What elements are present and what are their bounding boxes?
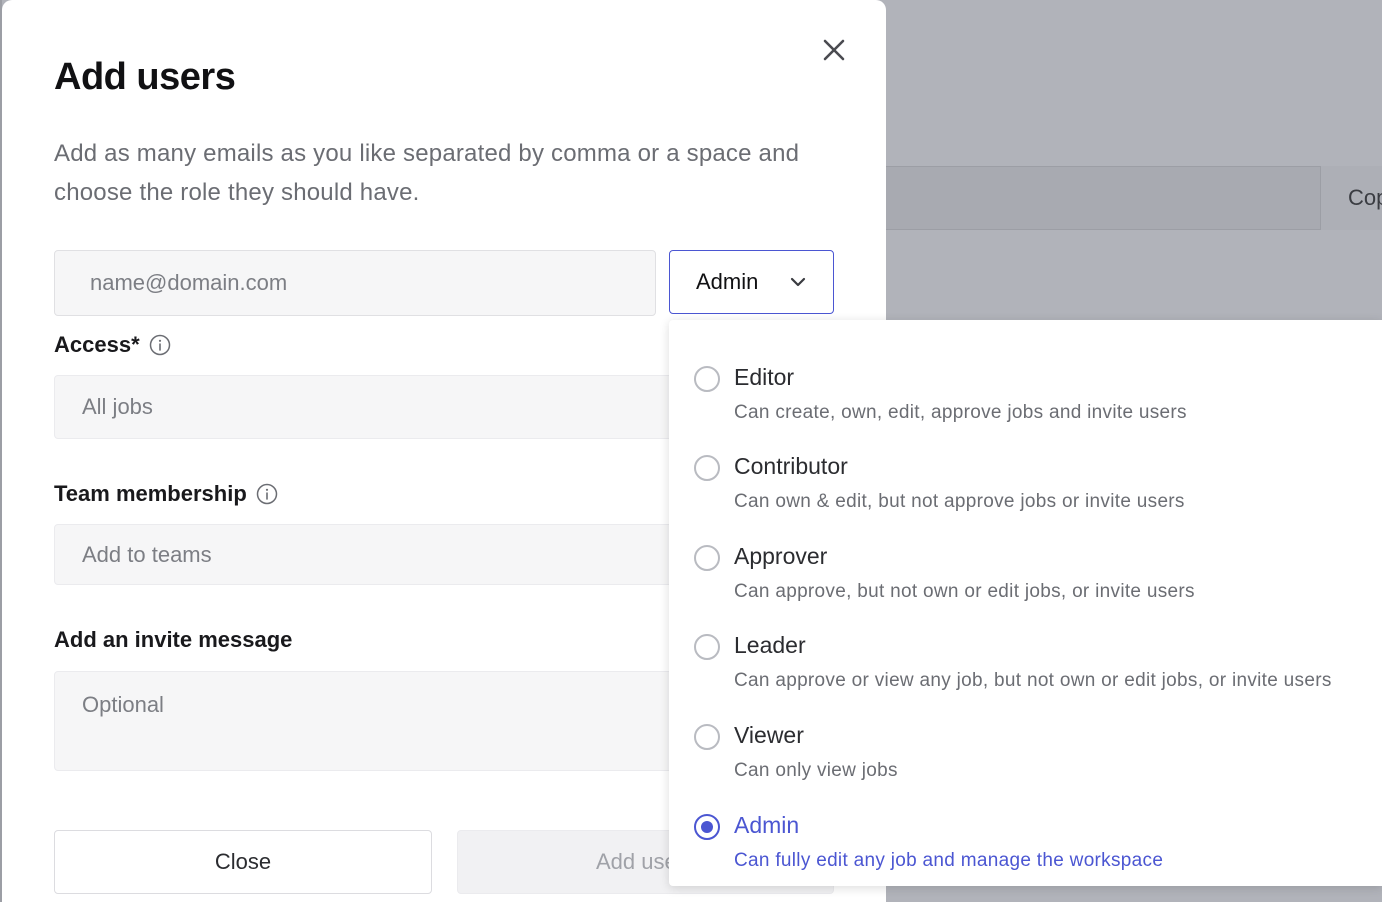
email-input[interactable] [54, 250, 656, 316]
radio-button-checked[interactable] [694, 814, 720, 840]
close-icon[interactable] [818, 34, 850, 66]
role-option-leader[interactable]: Leader Can approve or view any job, but … [669, 618, 1382, 698]
role-option-description: Can own & edit, but not approve jobs or … [734, 491, 1185, 512]
radio-button[interactable] [694, 455, 720, 481]
modal-title: Add users [54, 56, 236, 98]
role-option-title: Admin [734, 812, 800, 838]
role-option-description: Can only view jobs [734, 760, 898, 781]
access-label: Access* [54, 332, 140, 357]
radio-button[interactable] [694, 366, 720, 392]
role-select[interactable]: Admin [669, 250, 834, 314]
access-value: All jobs [82, 394, 153, 419]
invite-label-row: Add an invite message [54, 627, 292, 653]
role-option-admin[interactable]: Admin Can fully edit any job and manage … [669, 798, 1382, 878]
role-option-title: Approver [734, 543, 828, 569]
team-label-row: Team membership [54, 481, 278, 507]
role-select-value: Admin [696, 269, 759, 294]
role-option-editor[interactable]: Editor Can create, own, edit, approve jo… [669, 350, 1382, 430]
role-option-approver[interactable]: Approver Can approve, but not own or edi… [669, 529, 1382, 609]
role-option-description: Can approve or view any job, but not own… [734, 670, 1332, 691]
team-placeholder: Add to teams [82, 542, 212, 567]
role-option-description: Can approve, but not own or edit jobs, o… [734, 581, 1195, 602]
role-option-contributor[interactable]: Contributor Can own & edit, but not appr… [669, 439, 1382, 519]
team-label: Team membership [54, 481, 247, 506]
role-option-title: Contributor [734, 453, 848, 479]
chevron-down-icon [790, 277, 806, 287]
info-icon[interactable] [149, 334, 171, 356]
role-option-viewer[interactable]: Viewer Can only view jobs [669, 708, 1382, 788]
invite-placeholder: Optional [82, 692, 164, 717]
radio-button[interactable] [694, 634, 720, 660]
background-link-field [886, 166, 1382, 230]
access-label-row: Access* [54, 332, 171, 358]
info-icon[interactable] [256, 483, 278, 505]
modal-description: Add as many emails as you like separated… [54, 140, 800, 206]
background-copy-button: Cop [1320, 166, 1382, 230]
invite-label: Add an invite message [54, 627, 293, 652]
radio-button[interactable] [694, 545, 720, 571]
role-option-description: Can fully edit any job and manage the wo… [734, 850, 1164, 871]
role-option-title: Viewer [734, 722, 804, 748]
close-button[interactable]: Close [54, 830, 432, 894]
radio-button[interactable] [694, 724, 720, 750]
role-option-description: Can create, own, edit, approve jobs and … [734, 402, 1187, 423]
role-option-title: Editor [734, 364, 795, 390]
role-dropdown-menu: Editor Can create, own, edit, approve jo… [669, 320, 1382, 886]
role-option-title: Leader [734, 632, 806, 658]
